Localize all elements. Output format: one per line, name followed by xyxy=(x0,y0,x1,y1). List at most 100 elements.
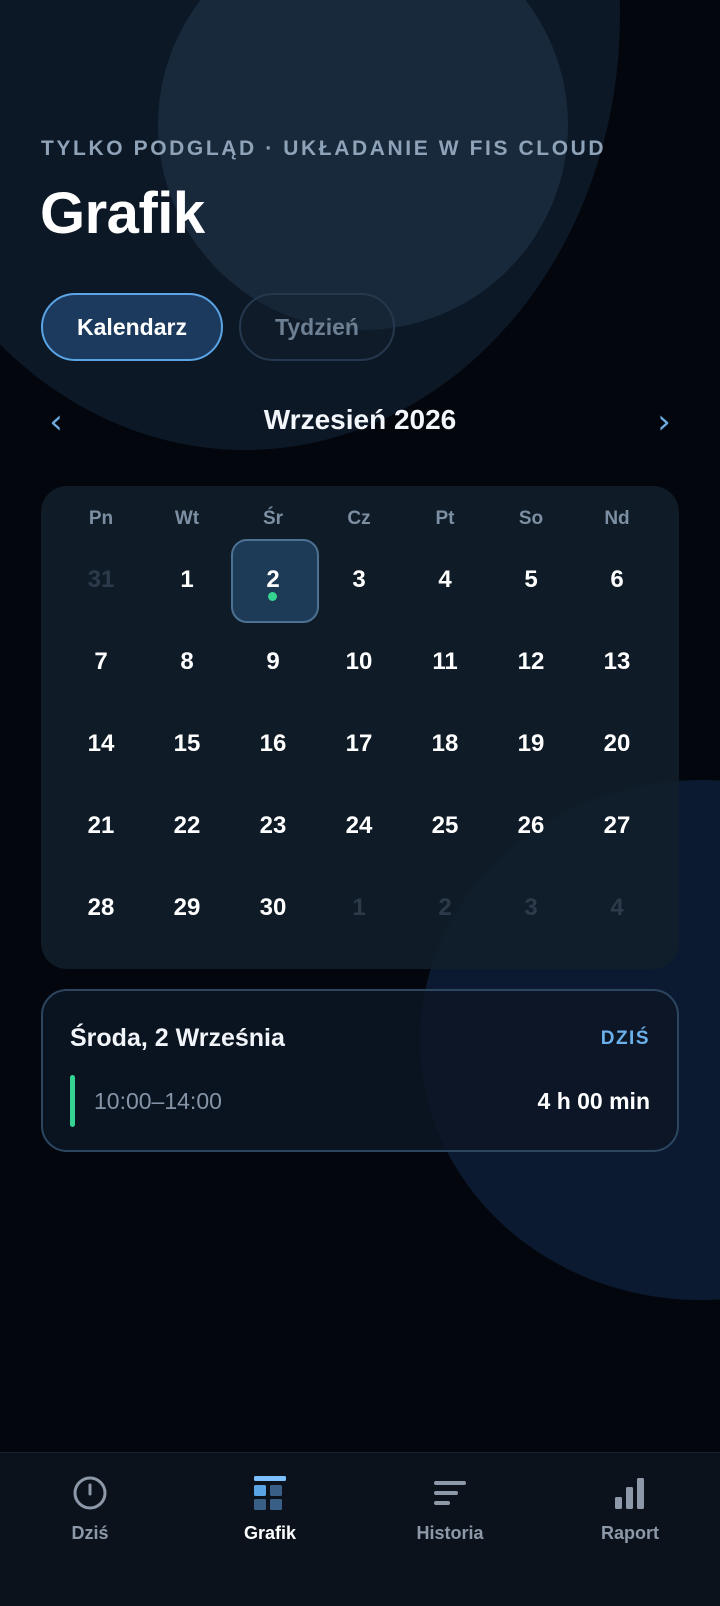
day-number: 4 xyxy=(438,566,452,593)
page-title: Grafik xyxy=(40,181,205,246)
day-number: 23 xyxy=(259,812,287,839)
day-detail-card[interactable]: Środa, 2 Września DZIŚ 10:00–14:00 4 h 0… xyxy=(41,989,679,1152)
calendar-day[interactable]: 4 xyxy=(574,867,660,949)
nav-label: Dziś xyxy=(71,1523,109,1543)
calendar-day[interactable]: 18 xyxy=(402,703,488,785)
shift-time: 10:00–14:00 xyxy=(94,1088,222,1114)
day-number: 27 xyxy=(603,812,631,839)
weekday-label: Śr xyxy=(262,508,284,529)
day-number: 16 xyxy=(259,730,287,757)
calendar-day[interactable]: 1 xyxy=(144,539,230,621)
day-number: 31 xyxy=(87,566,115,593)
calendar-day[interactable]: 30 xyxy=(230,867,316,949)
day-number: 14 xyxy=(87,730,115,757)
nav-item-dzis[interactable]: Dziś xyxy=(0,1453,180,1563)
calendar-day[interactable]: 1 xyxy=(316,867,402,949)
day-number: 3 xyxy=(352,566,366,593)
calendar-day[interactable]: 8 xyxy=(144,621,230,703)
day-number: 11 xyxy=(432,648,458,675)
schedule-grid-icon xyxy=(250,1473,290,1513)
nav-item-grafik[interactable]: Grafik xyxy=(180,1453,360,1563)
calendar-day[interactable]: 28 xyxy=(58,867,144,949)
calendar-day[interactable]: 23 xyxy=(230,785,316,867)
nav-label: Grafik xyxy=(243,1523,297,1543)
day-number: 7 xyxy=(94,648,108,675)
bar-chart-icon xyxy=(610,1473,650,1513)
calendar-day-selected[interactable]: 2 xyxy=(230,539,319,623)
day-number: 20 xyxy=(603,730,631,757)
calendar-day[interactable]: 15 xyxy=(144,703,230,785)
calendar-week-row: 31 1 2 3 4 5 6 xyxy=(58,539,662,623)
day-number: 2 xyxy=(438,894,452,921)
calendar-day[interactable]: 3 xyxy=(488,867,574,949)
weekday-label: So xyxy=(518,508,544,529)
day-number: 12 xyxy=(517,648,545,675)
calendar-day[interactable]: 5 xyxy=(488,539,574,621)
calendar-day[interactable]: 3 xyxy=(316,539,402,621)
calendar-day[interactable]: 19 xyxy=(488,703,574,785)
calendar-day[interactable]: 16 xyxy=(230,703,316,785)
calendar-view-button[interactable]: Kalendarz xyxy=(41,293,223,361)
nav-label: Historia xyxy=(416,1523,484,1543)
calendar-day[interactable]: 10 xyxy=(316,621,402,703)
calendar-day[interactable]: 26 xyxy=(488,785,574,867)
day-number: 21 xyxy=(87,812,115,839)
day-number: 28 xyxy=(87,894,115,921)
calendar-week-row: 28 29 30 1 2 3 4 xyxy=(58,867,662,949)
month-label: Wrzesień 2026 xyxy=(263,404,457,435)
day-number: 1 xyxy=(180,566,194,593)
shift-dot-indicator xyxy=(268,592,277,601)
calendar-day[interactable]: 25 xyxy=(402,785,488,867)
day-detail-title: Środa, 2 Września xyxy=(70,1024,285,1052)
shift-duration: 4 h 00 min xyxy=(537,1088,650,1114)
weekday-label: Pn xyxy=(88,508,114,529)
day-number: 22 xyxy=(173,812,201,839)
day-number: 9 xyxy=(266,648,280,675)
weekday-label: Nd xyxy=(604,508,630,529)
nav-item-historia[interactable]: Historia xyxy=(360,1453,540,1563)
day-number: 3 xyxy=(524,894,538,921)
calendar-day[interactable]: 27 xyxy=(574,785,660,867)
weekday-label: Wt xyxy=(174,508,200,529)
day-number: 6 xyxy=(610,566,624,593)
calendar-day[interactable]: 17 xyxy=(316,703,402,785)
calendar-day[interactable]: 20 xyxy=(574,703,660,785)
chevron-right-icon[interactable]: › xyxy=(644,400,684,444)
day-number: 5 xyxy=(524,566,538,593)
weekday-label: Pt xyxy=(435,508,455,529)
day-number: 8 xyxy=(180,648,194,675)
shift-indicator xyxy=(70,1075,75,1127)
day-number: 30 xyxy=(259,894,287,921)
calendar-day[interactable]: 4 xyxy=(402,539,488,621)
main-content: TYLKO PODGLĄD · UKŁADANIE W FIS CLOUD Gr… xyxy=(0,0,720,1450)
calendar-week-row: 14 15 16 17 18 19 20 xyxy=(58,703,662,785)
calendar-week-row: 21 22 23 24 25 26 27 xyxy=(58,785,662,867)
day-number: 29 xyxy=(173,894,201,921)
calendar-day[interactable]: 22 xyxy=(144,785,230,867)
preview-notice: TYLKO PODGLĄD · UKŁADANIE W FIS CLOUD xyxy=(41,137,607,160)
nav-item-raport[interactable]: Raport xyxy=(540,1453,720,1563)
calendar-day[interactable]: 9 xyxy=(230,621,316,703)
calendar-day[interactable]: 2 xyxy=(402,867,488,949)
calendar-day[interactable]: 12 xyxy=(488,621,574,703)
day-number: 10 xyxy=(345,648,373,675)
weekday-header: Pn Wt Śr Cz Pt So Nd xyxy=(58,508,662,530)
calendar-day[interactable]: 11 xyxy=(402,621,488,703)
day-number: 15 xyxy=(173,730,201,757)
calendar-day[interactable]: 31 xyxy=(58,539,144,621)
calendar-day[interactable]: 7 xyxy=(58,621,144,703)
calendar-day[interactable]: 14 xyxy=(58,703,144,785)
calendar-day[interactable]: 13 xyxy=(574,621,660,703)
week-view-button[interactable]: Tydzień xyxy=(239,293,395,361)
calendar-day[interactable]: 6 xyxy=(574,539,660,621)
calendar-day[interactable]: 24 xyxy=(316,785,402,867)
calendar-day[interactable]: 29 xyxy=(144,867,230,949)
calendar-day[interactable]: 21 xyxy=(58,785,144,867)
day-number: 1 xyxy=(352,894,366,921)
day-number: 19 xyxy=(517,730,545,757)
day-number: 4 xyxy=(610,894,624,921)
history-lines-icon xyxy=(430,1473,470,1513)
calendar-week-row: 7 8 9 10 11 12 13 xyxy=(58,621,662,703)
day-number: 2 xyxy=(266,566,280,593)
day-number: 17 xyxy=(345,730,373,757)
